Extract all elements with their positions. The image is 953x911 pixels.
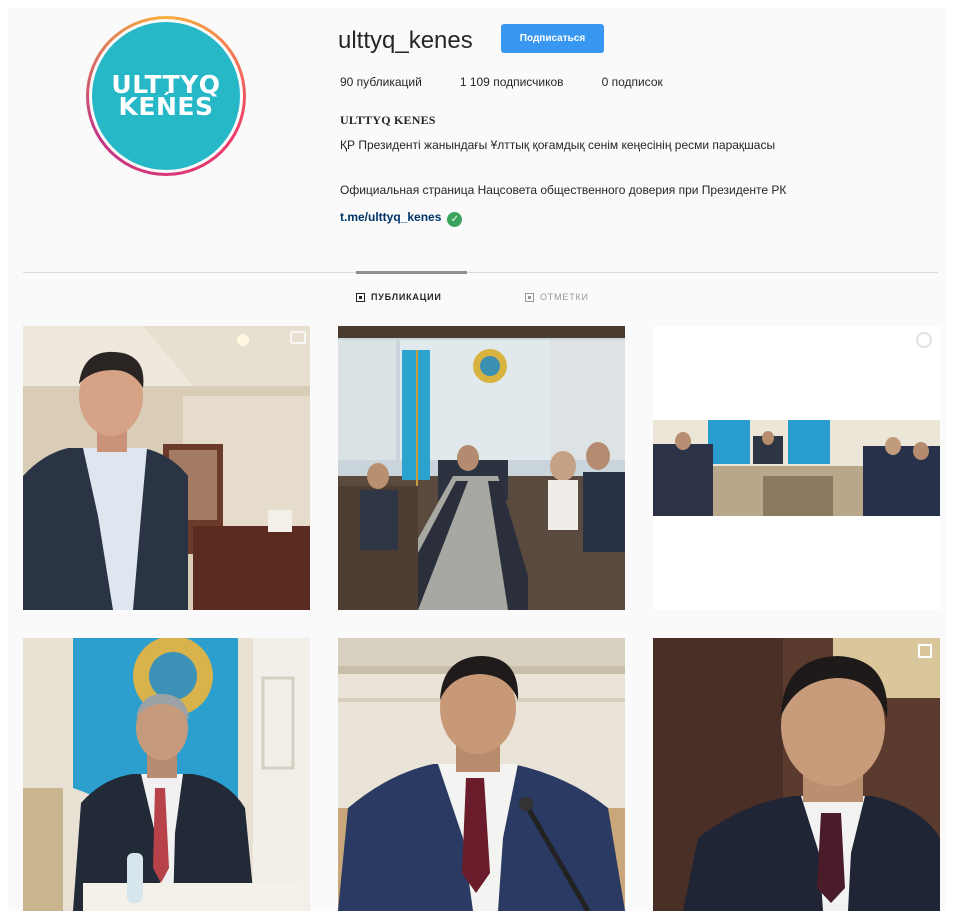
tab-posts[interactable]: Публикации	[356, 292, 442, 302]
profile-full-name: ULTTYQ KENES	[340, 113, 436, 127]
post-thumbnail[interactable]	[338, 638, 625, 911]
tag-icon	[525, 292, 534, 302]
post-thumbnail[interactable]	[653, 638, 940, 911]
profile-username: ulttyq_kenes	[338, 27, 473, 54]
post-thumbnail[interactable]	[23, 326, 310, 610]
active-tab-indicator	[356, 271, 467, 274]
ulttyq-kenes-logo: ULTTYQ KEŃES	[92, 22, 240, 170]
profile-avatar[interactable]: ULTTYQ KEŃES	[86, 16, 246, 176]
grid-icon	[356, 292, 365, 302]
bio-line-russian: Официальная страница Нацсовета обществен…	[340, 183, 787, 197]
tab-posts-label: Публикации	[371, 292, 442, 302]
following-count[interactable]: 0 подписок	[602, 75, 663, 89]
posts-count: 90 публикаций	[340, 75, 422, 89]
bio-line-kazakh: ҚР Президенті жанындағы Ұлттық қоғамдық …	[340, 138, 776, 152]
post-image	[23, 326, 310, 610]
video-icon	[288, 334, 302, 346]
post-image	[338, 638, 625, 911]
followers-count[interactable]: 1 109 подписчиков	[460, 75, 564, 89]
carousel-icon	[918, 646, 932, 658]
follow-button[interactable]: Подписаться	[501, 24, 604, 53]
post-image	[338, 326, 625, 610]
post-image	[23, 638, 310, 911]
post-thumbnail[interactable]	[653, 326, 940, 610]
post-thumbnail[interactable]	[23, 638, 310, 911]
post-image	[653, 638, 940, 911]
profile-page: ULTTYQ KEŃES ulttyq_kenes Подписаться 90…	[8, 8, 945, 911]
profile-stats: 90 публикаций 1 109 подписчиков 0 подпис…	[340, 75, 701, 89]
tab-tagged-label: Отметки	[540, 292, 589, 302]
profile-link[interactable]: t.me/ulttyq_kenes ✓	[340, 206, 463, 227]
carousel-icon	[918, 334, 932, 346]
tab-tagged[interactable]: Отметки	[525, 292, 589, 302]
profile-link-text[interactable]: t.me/ulttyq_kenes	[340, 210, 441, 224]
post-image	[653, 326, 940, 610]
check-icon: ✓	[447, 212, 463, 227]
tabs-divider	[23, 272, 938, 273]
logo-line-2: KEŃES	[118, 92, 214, 121]
post-thumbnail[interactable]	[338, 326, 625, 610]
